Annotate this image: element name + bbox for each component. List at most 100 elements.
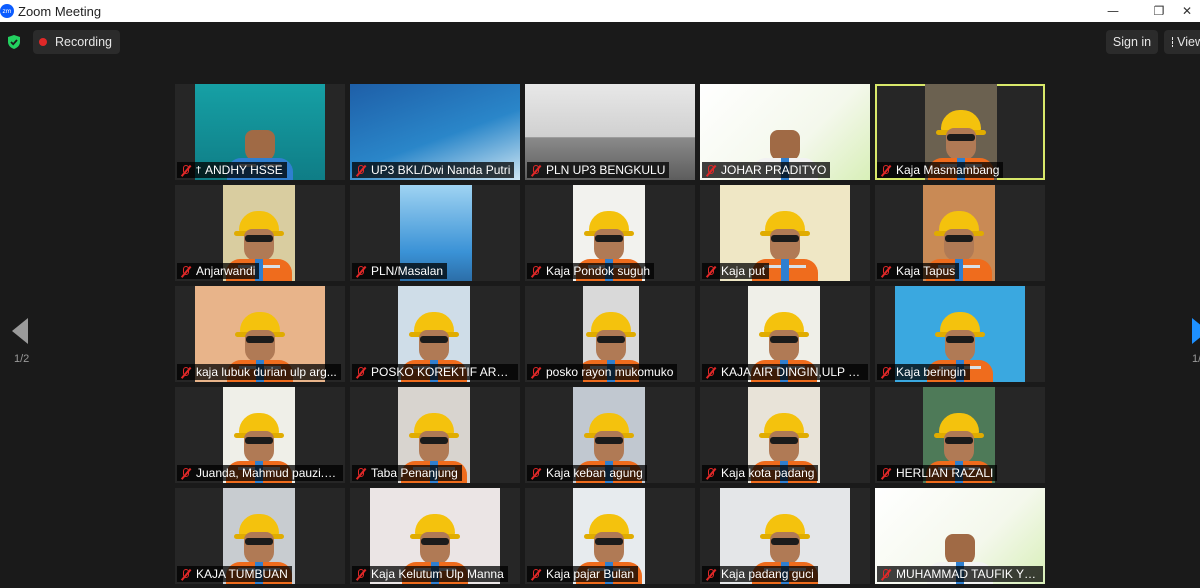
participant-name: Anjarwandi [196, 264, 256, 278]
participant-name-tag: posko rayon mukomuko [527, 364, 678, 380]
participant-tile[interactable]: Kaja kota padang [700, 387, 870, 483]
participant-name-tag: Kaja put [702, 263, 770, 279]
participant-tile[interactable]: MUHAMMAD TAUFIK YU... [875, 488, 1045, 584]
participant-tile[interactable]: JOHAR PRADITYO [700, 84, 870, 180]
participant-name: KAJA AIR DINGIN,ULP CU... [721, 365, 864, 379]
mic-muted-icon [529, 366, 541, 379]
mic-muted-icon [704, 164, 716, 177]
mic-muted-icon [179, 568, 191, 581]
participant-tile[interactable]: HERLIAN RAZALI [875, 387, 1045, 483]
mic-muted-icon [529, 164, 541, 177]
pin-icon: † [196, 164, 201, 176]
participant-name-tag: Kaja Kelutum Ulp Manna [352, 566, 508, 582]
participant-tile[interactable]: KAJA TUMBUAN [175, 488, 345, 584]
participant-name: Kaja put [721, 264, 766, 278]
participant-tile[interactable]: posko rayon mukomuko [525, 286, 695, 382]
participant-tile[interactable]: POSKO KOREKTIF ARGAM... [350, 286, 520, 382]
mic-muted-icon [879, 265, 891, 278]
participant-tile[interactable]: † ANDHY HSSE [175, 84, 345, 180]
participant-name: kaja lubuk durian ulp arg... [196, 365, 337, 379]
participant-name-tag: JOHAR PRADITYO [702, 162, 831, 178]
mic-muted-icon [529, 265, 541, 278]
participant-tile[interactable]: KAJA AIR DINGIN,ULP CU... [700, 286, 870, 382]
mic-muted-icon [179, 164, 191, 177]
mic-muted-icon [879, 467, 891, 480]
participant-name: Kaja keban agung [546, 466, 643, 480]
previous-page-button[interactable]: 1/2 [10, 318, 34, 378]
title-bar: zm Zoom Meeting — ❐ ✕ [0, 0, 1200, 22]
participant-name: PLN UP3 BENGKULU [546, 163, 666, 177]
participant-name-tag: PLN/Masalan [352, 263, 448, 279]
minimize-icon[interactable]: — [1090, 0, 1136, 22]
participant-tile[interactable]: Kaja Masmambang [875, 84, 1045, 180]
mic-muted-icon [354, 568, 366, 581]
participant-tile[interactable]: Juanda, Mahmud pauzi.w... [175, 387, 345, 483]
mic-muted-icon [529, 467, 541, 480]
participant-tile[interactable]: Kaja padang guci [700, 488, 870, 584]
participant-name-tag: Kaja pajar Bulan [527, 566, 639, 582]
zoom-logo-icon: zm [0, 4, 14, 18]
maximize-icon[interactable]: ❐ [1136, 0, 1182, 22]
participant-tile[interactable]: kaja lubuk durian ulp arg... [175, 286, 345, 382]
participant-name: UP3 BKL/Dwi Nanda Putri [371, 163, 511, 177]
participant-name-tag: Juanda, Mahmud pauzi.w... [177, 465, 343, 481]
participant-name-tag: Kaja beringin [877, 364, 971, 380]
mic-muted-icon [354, 265, 366, 278]
sign-in-button[interactable]: Sign in [1106, 30, 1158, 54]
participant-tile[interactable]: Kaja Pondok suguh [525, 185, 695, 281]
mic-muted-icon [704, 366, 716, 379]
participant-name: Kaja beringin [896, 365, 967, 379]
record-dot-icon [39, 38, 47, 46]
mic-muted-icon [704, 265, 716, 278]
mic-muted-icon [704, 467, 716, 480]
participant-tile[interactable]: Kaja keban agung [525, 387, 695, 483]
view-button[interactable]: View [1164, 30, 1200, 54]
participant-name-tag: Kaja kota padang [702, 465, 819, 481]
mic-muted-icon [354, 467, 366, 480]
chevron-left-icon [12, 318, 28, 344]
participant-name-tag: Kaja Masmambang [877, 162, 1004, 178]
participant-name-tag: Taba Penanjung [352, 465, 462, 481]
view-label: View [1177, 35, 1200, 49]
participant-name: Kaja Tapus [896, 264, 956, 278]
participant-tile[interactable]: Anjarwandi [175, 185, 345, 281]
mic-muted-icon [179, 366, 191, 379]
participant-name: POSKO KOREKTIF ARGAM... [371, 365, 514, 379]
participant-tile[interactable]: Kaja pajar Bulan [525, 488, 695, 584]
mic-muted-icon [704, 568, 716, 581]
chevron-right-icon [1192, 318, 1200, 344]
participant-name: posko rayon mukomuko [546, 365, 674, 379]
mic-muted-icon [879, 366, 891, 379]
participant-name-tag: KAJA AIR DINGIN,ULP CU... [702, 364, 868, 380]
participant-name-tag: Kaja padang guci [702, 566, 818, 582]
participant-name-tag: Anjarwandi [177, 263, 260, 279]
shield-check-icon[interactable] [6, 34, 22, 50]
participant-name-tag: Kaja Tapus [877, 263, 960, 279]
mic-muted-icon [879, 164, 891, 177]
participant-name-tag: Kaja keban agung [527, 465, 647, 481]
participant-tile[interactable]: Kaja put [700, 185, 870, 281]
participant-tile[interactable]: Kaja beringin [875, 286, 1045, 382]
recording-indicator[interactable]: Recording [33, 30, 120, 54]
participant-name: Juanda, Mahmud pauzi.w... [196, 466, 339, 480]
participant-name: Kaja kota padang [721, 466, 815, 480]
participant-name-tag: Kaja Pondok suguh [527, 263, 655, 279]
participant-tile[interactable]: PLN/Masalan [350, 185, 520, 281]
participant-name: JOHAR PRADITYO [721, 163, 827, 177]
participant-name-tag: POSKO KOREKTIF ARGAM... [352, 364, 518, 380]
participant-name: Kaja Pondok suguh [546, 264, 651, 278]
mic-muted-icon [354, 366, 366, 379]
next-page-button[interactable]: 1/2 [1188, 318, 1200, 378]
participant-name-tag: UP3 BKL/Dwi Nanda Putri [352, 162, 515, 178]
participant-tile[interactable]: Kaja Tapus [875, 185, 1045, 281]
mic-muted-icon [179, 467, 191, 480]
participant-name: ANDHY HSSE [205, 163, 283, 177]
mic-muted-icon [354, 164, 366, 177]
participant-tile[interactable]: PLN UP3 BENGKULU [525, 84, 695, 180]
participant-tile[interactable]: Kaja Kelutum Ulp Manna [350, 488, 520, 584]
close-icon[interactable]: ✕ [1182, 0, 1200, 22]
participant-tile[interactable]: UP3 BKL/Dwi Nanda Putri [350, 84, 520, 180]
participant-tile[interactable]: Taba Penanjung [350, 387, 520, 483]
window-title: Zoom Meeting [18, 3, 102, 19]
participant-name-tag: HERLIAN RAZALI [877, 465, 998, 481]
